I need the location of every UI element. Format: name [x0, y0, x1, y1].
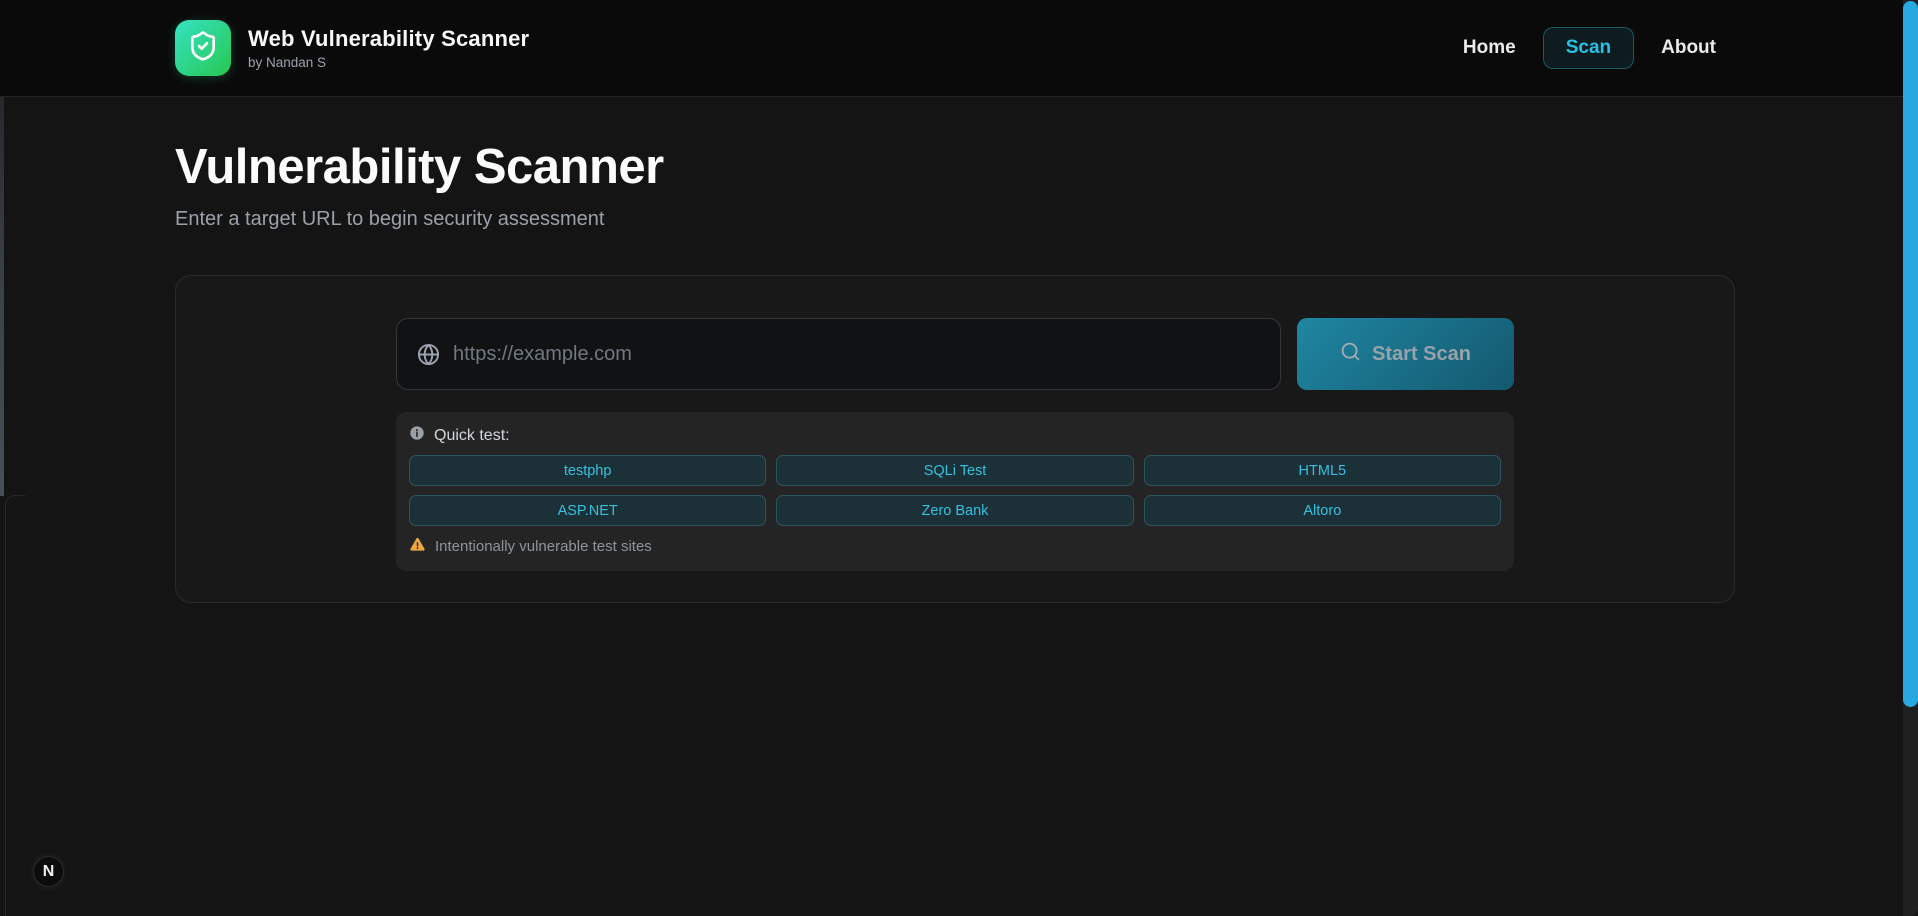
hero-section: Vulnerability Scanner Enter a target URL… [175, 97, 1735, 231]
globe-icon [417, 343, 440, 366]
window-corner-edge [5, 495, 25, 916]
start-scan-label: Start Scan [1372, 342, 1471, 365]
quick-test-panel: Quick test: testphp SQLi Test HTML5 ASP.… [396, 412, 1514, 571]
quick-test-label: Quick test: [434, 426, 510, 444]
nav-link-about[interactable]: About [1659, 27, 1718, 69]
brand-text: Web Vulnerability Scanner by Nandan S [248, 26, 529, 70]
nav-link-scan[interactable]: Scan [1542, 27, 1635, 69]
page-subtitle: Enter a target URL to begin security ass… [175, 208, 605, 230]
quick-site-zero-bank[interactable]: Zero Bank [776, 495, 1134, 526]
quick-test-grid: testphp SQLi Test HTML5 ASP.NET Zero Ban… [409, 455, 1501, 526]
quick-test-header: Quick test: [409, 425, 1501, 446]
scrollbar-thumb[interactable] [1903, 1, 1918, 707]
quick-site-testphp[interactable]: testphp [409, 455, 767, 486]
target-url-input[interactable] [396, 318, 1281, 390]
search-icon [1340, 341, 1361, 368]
url-input-wrapper [396, 318, 1281, 390]
url-row: Start Scan [396, 318, 1514, 390]
quick-test-warning: Intentionally vulnerable test sites [409, 536, 1501, 557]
scan-form: Start Scan Quick test: testphp [396, 318, 1514, 571]
page-title: Vulnerability Scanner [175, 140, 664, 194]
quick-site-sqli-test[interactable]: SQLi Test [776, 455, 1134, 486]
scan-card: Start Scan Quick test: testphp [175, 275, 1735, 603]
app-logo [175, 20, 231, 76]
quick-site-html5[interactable]: HTML5 [1143, 455, 1501, 486]
warning-text: Intentionally vulnerable test sites [435, 538, 652, 555]
warning-triangle-icon [409, 536, 426, 557]
quick-site-altoro[interactable]: Altoro [1143, 495, 1501, 526]
brand: Web Vulnerability Scanner by Nandan S [175, 20, 529, 76]
main-nav: Home Scan About [1461, 27, 1718, 69]
app-title: Web Vulnerability Scanner [248, 26, 530, 51]
main-content: Vulnerability Scanner Enter a target URL… [175, 97, 1735, 603]
shield-check-icon [187, 30, 219, 67]
scrollbar-track[interactable] [1903, 0, 1918, 916]
quick-site-aspnet[interactable]: ASP.NET [409, 495, 767, 526]
navbar: Web Vulnerability Scanner by Nandan S Ho… [0, 0, 1918, 97]
nav-link-home[interactable]: Home [1461, 27, 1518, 69]
info-icon [409, 425, 425, 446]
start-scan-button[interactable]: Start Scan [1297, 318, 1514, 390]
app-byline: by Nandan S [248, 55, 327, 70]
nextjs-dev-badge[interactable]: N [33, 856, 64, 887]
